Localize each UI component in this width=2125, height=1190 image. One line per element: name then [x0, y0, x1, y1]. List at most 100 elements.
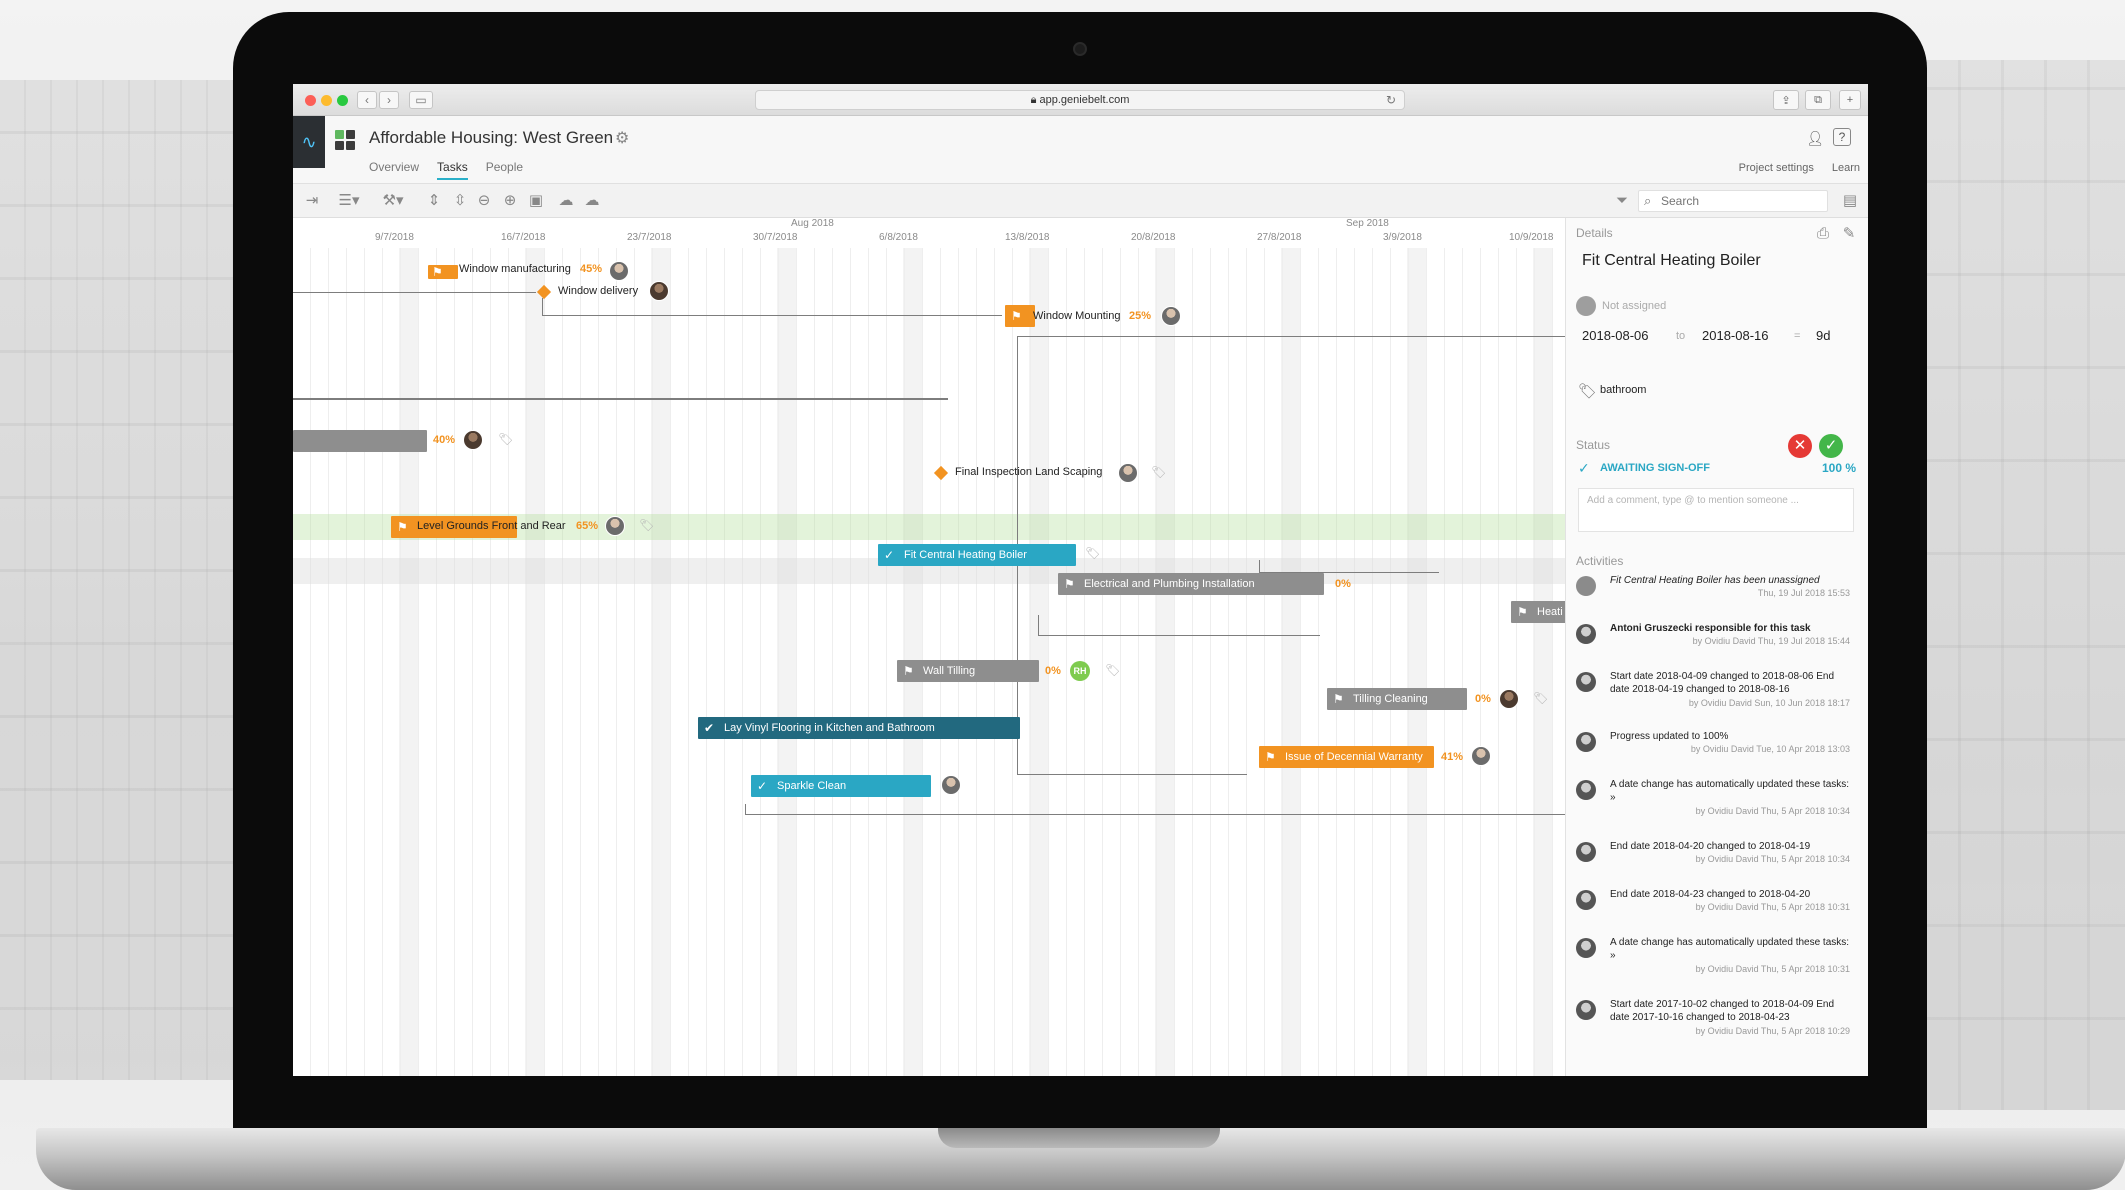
- tab-overview[interactable]: Overview: [369, 160, 419, 180]
- zoom-window-button[interactable]: [337, 95, 348, 106]
- task-label: Lay Vinyl Flooring in Kitchen and Bathro…: [724, 722, 935, 734]
- details-label: Details: [1576, 226, 1613, 240]
- task-label: Fit Central Heating Boiler: [904, 549, 1027, 561]
- back-button[interactable]: ‹: [357, 91, 377, 109]
- task-bar-window-manufacturing[interactable]: ⚑: [428, 265, 458, 279]
- task-label: Electrical and Plumbing Installation: [1084, 578, 1255, 590]
- laptop-screen: ‹ › ▭ 🔒︎ app.geniebelt.com ↻ ⇪ ⧉ + ∿ Aff…: [293, 84, 1868, 1076]
- tag-icon[interactable]: 🏷︎: [1085, 546, 1100, 560]
- assignee-initials-avatar: RH: [1070, 661, 1090, 681]
- print-icon[interactable]: ⎙: [1812, 224, 1834, 244]
- tools-dropdown-icon[interactable]: ⚒▾: [377, 191, 409, 211]
- end-date-field[interactable]: 2018-08-16: [1702, 328, 1769, 343]
- zoom-in-icon[interactable]: ⊕: [499, 191, 521, 211]
- laptop-notch: [938, 1128, 1220, 1148]
- indent-icon[interactable]: ⇥: [301, 191, 323, 211]
- edit-icon[interactable]: ✎: [1838, 224, 1860, 244]
- task-bar-window-mounting[interactable]: ⚑: [1005, 305, 1035, 327]
- flag-icon: ⚑: [397, 520, 408, 534]
- user-avatar-icon[interactable]: 👤︎: [1805, 128, 1825, 148]
- tab-people[interactable]: People: [486, 160, 523, 180]
- reject-button[interactable]: ✕: [1788, 434, 1812, 458]
- pulse-icon[interactable]: ∿: [293, 116, 325, 168]
- approve-button[interactable]: ✓: [1819, 434, 1843, 458]
- task-bar-tilling-cleaning[interactable]: ⚑ Tilling Cleaning: [1327, 688, 1467, 710]
- start-date-field[interactable]: 2018-08-06: [1582, 328, 1649, 343]
- task-bar-fit-central-heating[interactable]: ✓ Fit Central Heating Boiler: [878, 544, 1076, 566]
- dependency-line: [1038, 635, 1320, 636]
- expand-rows-icon[interactable]: ⇕: [423, 191, 445, 211]
- week-label: 3/9/2018: [1383, 232, 1422, 243]
- task-bar-wall-tilling[interactable]: ⚑ Wall Tilling: [897, 660, 1039, 682]
- equals-label: =: [1794, 330, 1801, 342]
- avatar: [1576, 624, 1596, 644]
- tag-label[interactable]: bathroom: [1600, 384, 1646, 396]
- week-label: 10/9/2018: [1509, 232, 1554, 243]
- learn-link[interactable]: Learn: [1832, 162, 1860, 174]
- minimize-window-button[interactable]: [321, 95, 332, 106]
- present-icon[interactable]: ▣: [525, 191, 547, 211]
- flag-icon: ⚑: [1064, 577, 1075, 591]
- tag-icon[interactable]: 🏷︎: [1105, 663, 1120, 677]
- task-bar-lay-vinyl[interactable]: ✔ Lay Vinyl Flooring in Kitchen and Bathr…: [698, 717, 1020, 739]
- dependency-line: [1038, 615, 1039, 635]
- forward-button[interactable]: ›: [379, 91, 399, 109]
- flag-icon: ⚑: [903, 664, 914, 678]
- avatar: [1576, 672, 1596, 692]
- task-label: Window Mounting: [1033, 310, 1121, 322]
- tabs-overview-icon[interactable]: ⧉: [1805, 90, 1831, 110]
- task-label: Heati: [1537, 606, 1563, 618]
- avatar: [463, 430, 483, 450]
- task-bar-decennial-warranty[interactable]: ⚑ Issue of Decennial Warranty: [1259, 746, 1434, 768]
- collapse-rows-icon[interactable]: ⇳: [449, 191, 471, 211]
- duration-field[interactable]: 9d: [1816, 328, 1830, 343]
- avatar: [1499, 689, 1519, 709]
- avatar: [609, 261, 629, 281]
- activity-meta: by Ovidiu David Tue, 10 Apr 2018 13:03: [1690, 744, 1850, 754]
- tab-tasks[interactable]: Tasks: [437, 160, 468, 180]
- view-dropdown-icon[interactable]: ☰▾: [331, 191, 367, 211]
- week-label: 23/7/2018: [627, 232, 672, 243]
- activity-meta: by Ovidiu David Thu, 5 Apr 2018 10:34: [1695, 854, 1850, 864]
- search-input[interactable]: [1661, 194, 1821, 208]
- reload-icon[interactable]: ↻: [1386, 91, 1396, 109]
- task-bar-electrical-plumbing[interactable]: ⚑ Electrical and Plumbing Installation: [1058, 573, 1324, 595]
- details-panel: Details ⎙ ✎ Fit Central Heating Boiler N…: [1565, 218, 1868, 1076]
- task-bar-heating[interactable]: ⚑ Heati: [1511, 601, 1565, 623]
- address-bar[interactable]: 🔒︎ app.geniebelt.com ↻: [755, 90, 1405, 110]
- cloud-download-icon[interactable]: ☁: [555, 191, 577, 211]
- share-icon[interactable]: ⇪: [1773, 90, 1799, 110]
- task-bar-grey[interactable]: [293, 430, 427, 452]
- new-tab-icon[interactable]: +: [1839, 90, 1861, 110]
- zoom-out-icon[interactable]: ⊖: [473, 191, 495, 211]
- gear-icon[interactable]: ⚙: [615, 128, 629, 148]
- task-bar-sparkle-clean[interactable]: ✓ Sparkle Clean: [751, 775, 931, 797]
- tag-icon[interactable]: 🏷︎: [498, 432, 513, 446]
- avatar: [1118, 463, 1138, 483]
- activity-text: A date change has automatically updated …: [1610, 937, 1850, 961]
- project-settings-link[interactable]: Project settings: [1739, 162, 1814, 174]
- help-icon[interactable]: ?: [1833, 128, 1851, 146]
- activity-text: End date 2018-04-23 changed to 2018-04-2…: [1610, 889, 1811, 900]
- flag-icon: ⚑: [432, 265, 443, 279]
- tag-icon[interactable]: 🏷︎: [1533, 691, 1548, 705]
- activity-text: Start date 2018-04-09 changed to 2018-08…: [1610, 671, 1835, 695]
- flag-icon: ⚑: [1333, 692, 1344, 706]
- avatar: [605, 516, 625, 536]
- tag-icon[interactable]: 🏷︎: [1151, 465, 1166, 479]
- filter-icon[interactable]: ⏷: [1611, 191, 1633, 211]
- tag-icon[interactable]: 🏷︎: [639, 518, 654, 532]
- panel-toggle-icon[interactable]: ▤: [1839, 191, 1861, 211]
- task-progress: 25%: [1129, 310, 1152, 322]
- cloud-upload-icon[interactable]: ☁: [581, 191, 603, 211]
- url-text: app.geniebelt.com: [1039, 94, 1130, 106]
- assignee-field[interactable]: Not assigned: [1602, 300, 1666, 312]
- sidebar-toggle-icon[interactable]: ▭: [409, 91, 433, 109]
- gantt-toolbar: ⇥ ☰▾ ⚒▾ ⇕ ⇳ ⊖ ⊕ ▣ ☁ ☁ ⏷ ⌕ ▤: [293, 184, 1868, 218]
- tag-icon: 🏷︎: [1578, 383, 1598, 400]
- apps-grid-icon[interactable]: [335, 130, 355, 150]
- laptop-camera: [1073, 42, 1087, 56]
- search-field[interactable]: ⌕: [1638, 190, 1828, 212]
- close-window-button[interactable]: [305, 95, 316, 106]
- comment-input[interactable]: Add a comment, type @ to mention someone…: [1578, 488, 1854, 532]
